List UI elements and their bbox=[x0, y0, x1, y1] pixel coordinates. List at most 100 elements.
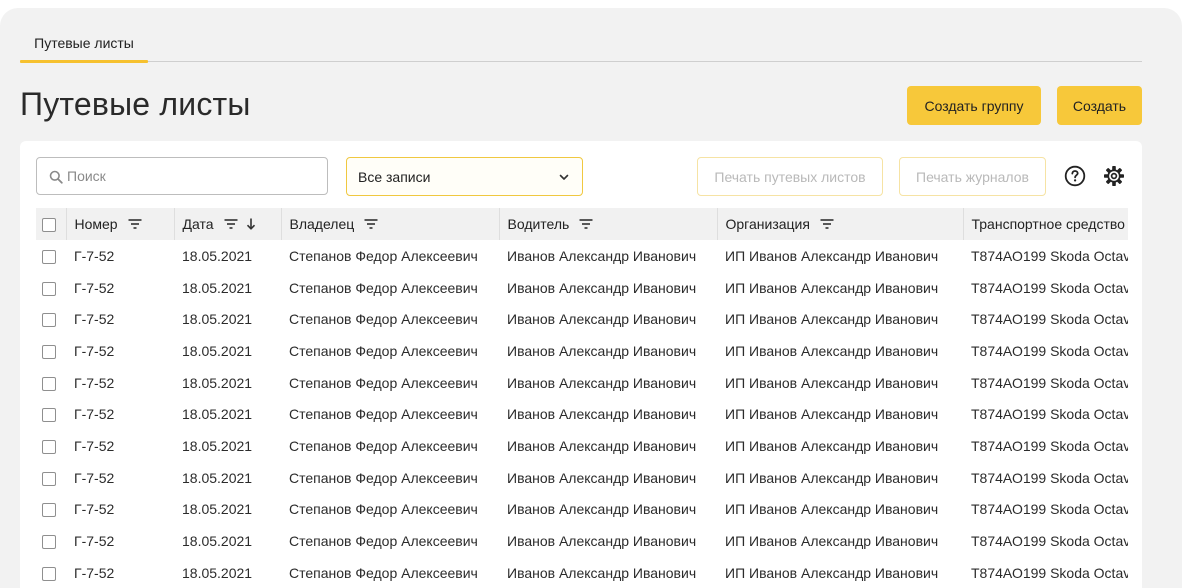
cell-number: Г-7-52 bbox=[74, 437, 115, 454]
table-row[interactable]: Г-7-52 18.05.2021 Степанов Федор Алексееви… bbox=[36, 367, 1128, 399]
column-header-organization[interactable]: Организация bbox=[717, 208, 964, 240]
page-title: Путевые листы bbox=[20, 86, 251, 122]
cell-vehicle: Т874АО199 Skoda Octavia bbox=[971, 374, 1128, 391]
filter-icon[interactable] bbox=[579, 218, 593, 230]
cell-owner: Степанов Федор Алексеевич bbox=[289, 533, 478, 550]
cell-driver: Иванов Александр Иванович bbox=[507, 533, 697, 550]
cell-driver: Иванов Александр Иванович bbox=[507, 247, 697, 264]
table-row[interactable]: Г-7-52 18.05.2021 Степанов Федор Алексееви… bbox=[36, 494, 1128, 526]
app-frame: Путевые листы Путевые листы Создать груп… bbox=[0, 8, 1182, 588]
create-group-button[interactable]: Создать группу bbox=[907, 86, 1041, 125]
column-header-date[interactable]: Дата bbox=[174, 208, 282, 240]
row-select-cell bbox=[36, 367, 66, 399]
cell-date: 18.05.2021 bbox=[182, 501, 253, 518]
table-row[interactable]: Г-7-52 18.05.2021 Степанов Федор Алексееви… bbox=[36, 525, 1128, 557]
cell-driver: Иванов Александр Иванович bbox=[507, 564, 697, 581]
column-header-label: Дата bbox=[182, 216, 214, 232]
cell-owner: Степанов Федор Алексеевич bbox=[289, 437, 478, 454]
cell-date: 18.05.2021 bbox=[182, 374, 253, 391]
cell-date: 18.05.2021 bbox=[182, 564, 253, 581]
cell-date: 18.05.2021 bbox=[182, 311, 253, 328]
table-row[interactable]: Г-7-52 18.05.2021 Степанов Федор Алексееви… bbox=[36, 462, 1128, 494]
column-header-owner[interactable]: Владелец bbox=[281, 208, 500, 240]
row-checkbox[interactable] bbox=[42, 281, 56, 296]
cell-owner: Степанов Федор Алексеевич bbox=[289, 564, 478, 581]
cell-owner: Степанов Федор Алексеевич bbox=[289, 342, 478, 359]
row-checkbox[interactable] bbox=[42, 376, 56, 391]
cell-number: Г-7-52 bbox=[74, 501, 115, 518]
table-row[interactable]: Г-7-52 18.05.2021 Степанов Федор Алексееви… bbox=[36, 272, 1128, 304]
filter-icon[interactable] bbox=[128, 218, 142, 230]
table-row[interactable]: Г-7-52 18.05.2021 Степанов Федор Алексееви… bbox=[36, 335, 1128, 367]
tab-bar: Путевые листы bbox=[20, 8, 1142, 63]
filter-icon[interactable] bbox=[364, 218, 378, 230]
gear-icon[interactable] bbox=[1103, 165, 1125, 187]
cell-organization: ИП Иванов Александр Иванович bbox=[725, 437, 939, 454]
column-header-label: Организация bbox=[725, 216, 810, 232]
cell-owner: Степанов Федор Алексеевич bbox=[289, 406, 478, 423]
row-checkbox[interactable] bbox=[42, 471, 56, 486]
cell-number: Г-7-52 bbox=[74, 469, 115, 486]
cell-number: Г-7-52 bbox=[74, 406, 115, 423]
table-row[interactable]: Г-7-52 18.05.2021 Степанов Федор Алексееви… bbox=[36, 430, 1128, 462]
column-header-label: Номер bbox=[74, 216, 118, 232]
table-row[interactable]: Г-7-52 18.05.2021 Степанов Федор Алексееви… bbox=[36, 303, 1128, 335]
column-header-label: Водитель bbox=[507, 216, 570, 232]
cell-number: Г-7-52 bbox=[74, 247, 115, 264]
cell-driver: Иванов Александр Иванович bbox=[507, 374, 697, 391]
cell-number: Г-7-52 bbox=[74, 342, 115, 359]
help-circle-icon[interactable] bbox=[1064, 165, 1086, 187]
table-row[interactable]: Г-7-52 18.05.2021 Степанов Федор Алексееви… bbox=[36, 398, 1128, 430]
print-waybills-button[interactable]: Печать путевых листов bbox=[697, 157, 883, 196]
row-checkbox[interactable] bbox=[42, 503, 56, 518]
records-filter-select[interactable]: Все записи bbox=[346, 157, 583, 196]
search-field[interactable] bbox=[36, 157, 328, 195]
waybills-table: Номер Дата Владелец Водитель Организация… bbox=[36, 208, 1128, 588]
cell-organization: ИП Иванов Александр Иванович bbox=[725, 342, 939, 359]
row-checkbox[interactable] bbox=[42, 408, 56, 423]
cell-organization: ИП Иванов Александр Иванович bbox=[725, 406, 939, 423]
create-button[interactable]: Создать bbox=[1057, 86, 1142, 125]
cell-vehicle: Т874АО199 Skoda Octavia bbox=[971, 406, 1128, 423]
print-journals-button[interactable]: Печать журналов bbox=[899, 157, 1046, 196]
select-all-checkbox[interactable] bbox=[42, 218, 56, 233]
cell-owner: Степанов Федор Алексеевич bbox=[289, 374, 478, 391]
column-header-vehicle[interactable]: Транспортное средство bbox=[963, 208, 1128, 240]
cell-vehicle: Т874АО199 Skoda Octavia bbox=[971, 311, 1128, 328]
row-checkbox[interactable] bbox=[42, 249, 56, 264]
sort-down-arrow-icon[interactable] bbox=[246, 218, 256, 230]
table-row[interactable]: Г-7-52 18.05.2021 Степанов Федор Алексееви… bbox=[36, 240, 1128, 272]
filter-icon[interactable] bbox=[820, 218, 834, 230]
cell-number: Г-7-52 bbox=[74, 533, 115, 550]
cell-vehicle: Т874АО199 Skoda Octavia bbox=[971, 279, 1128, 296]
cell-driver: Иванов Александр Иванович bbox=[507, 501, 697, 518]
row-checkbox[interactable] bbox=[42, 535, 56, 550]
cell-owner: Степанов Федор Алексеевич bbox=[289, 311, 478, 328]
cell-organization: ИП Иванов Александр Иванович bbox=[725, 501, 939, 518]
cell-vehicle: Т874АО199 Skoda Octavia bbox=[971, 247, 1128, 264]
column-header-driver[interactable]: Водитель bbox=[499, 208, 718, 240]
cell-owner: Степанов Федор Алексеевич bbox=[289, 247, 478, 264]
records-filter-value: Все записи bbox=[358, 169, 431, 185]
row-select-cell bbox=[36, 398, 66, 430]
table-row[interactable]: Г-7-52 18.05.2021 Степанов Федор Алексееви… bbox=[36, 557, 1128, 588]
row-checkbox[interactable] bbox=[42, 313, 56, 328]
row-checkbox[interactable] bbox=[42, 345, 56, 360]
row-select-cell bbox=[36, 462, 66, 494]
row-select-cell bbox=[36, 494, 66, 526]
column-header-number[interactable]: Номер bbox=[66, 208, 175, 240]
filter-icon[interactable] bbox=[224, 218, 238, 230]
cell-number: Г-7-52 bbox=[74, 374, 115, 391]
row-select-cell bbox=[36, 557, 66, 588]
search-input[interactable] bbox=[67, 158, 317, 194]
row-select-cell bbox=[36, 303, 66, 335]
cell-driver: Иванов Александр Иванович bbox=[507, 311, 697, 328]
cell-date: 18.05.2021 bbox=[182, 437, 253, 454]
cell-number: Г-7-52 bbox=[74, 279, 115, 296]
row-checkbox[interactable] bbox=[42, 566, 56, 581]
row-select-cell bbox=[36, 525, 66, 557]
tab-waybills[interactable]: Путевые листы bbox=[20, 35, 148, 63]
row-checkbox[interactable] bbox=[42, 440, 56, 455]
cell-organization: ИП Иванов Александр Иванович bbox=[725, 311, 939, 328]
cell-date: 18.05.2021 bbox=[182, 247, 253, 264]
